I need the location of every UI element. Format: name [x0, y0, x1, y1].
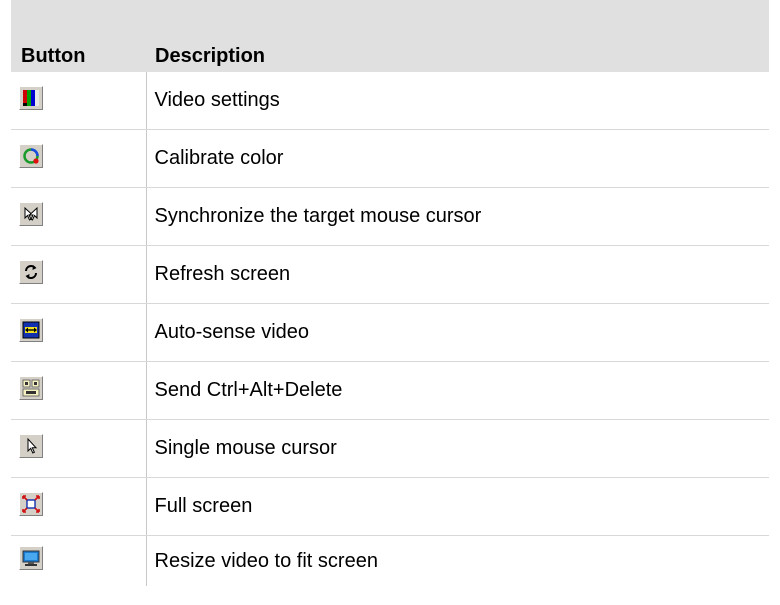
row-description: Refresh screen: [146, 245, 769, 304]
table-row: Send Ctrl+Alt+Delete: [11, 361, 769, 420]
row-description: Full screen: [146, 477, 769, 536]
page: Button Description Video settings Calibr…: [0, 0, 780, 605]
row-description: Single mouse cursor: [146, 419, 769, 478]
calibrate-color-icon[interactable]: [19, 143, 43, 168]
ctrl-alt-delete-icon[interactable]: [19, 375, 43, 400]
table-row: Calibrate color: [11, 129, 769, 188]
table-row: Synchronize the target mouse cursor: [11, 187, 769, 246]
row-description: Synchronize the target mouse cursor: [146, 187, 769, 246]
header-description: Description: [146, 0, 769, 72]
row-description: Resize video to fit screen: [154, 549, 378, 572]
refresh-icon[interactable]: [19, 259, 43, 284]
resize-video-icon[interactable]: [19, 546, 43, 570]
table-row: Full screen: [11, 477, 769, 536]
video-settings-icon[interactable]: [19, 85, 43, 110]
table-row: Auto-sense video: [11, 303, 769, 362]
auto-sense-video-icon[interactable]: [19, 317, 43, 342]
row-description: Video settings: [146, 72, 769, 130]
synchronize-mouse-icon[interactable]: [19, 201, 43, 226]
toolbar-buttons-table: Button Description Video settings Calibr…: [11, 0, 769, 586]
full-screen-icon[interactable]: [19, 491, 43, 516]
single-cursor-icon[interactable]: [19, 433, 43, 458]
row-description: Send Ctrl+Alt+Delete: [146, 361, 769, 420]
table-row: Video settings: [11, 72, 769, 130]
table-header-row: Button Description: [11, 0, 769, 72]
row-description: Calibrate color: [146, 129, 769, 188]
row-description: Auto-sense video: [146, 303, 769, 362]
table-row: Refresh screen: [11, 245, 769, 304]
table-row: Single mouse cursor: [11, 419, 769, 478]
header-button: Button: [11, 0, 146, 72]
table-row: Resize video to fit screen: [11, 535, 769, 586]
